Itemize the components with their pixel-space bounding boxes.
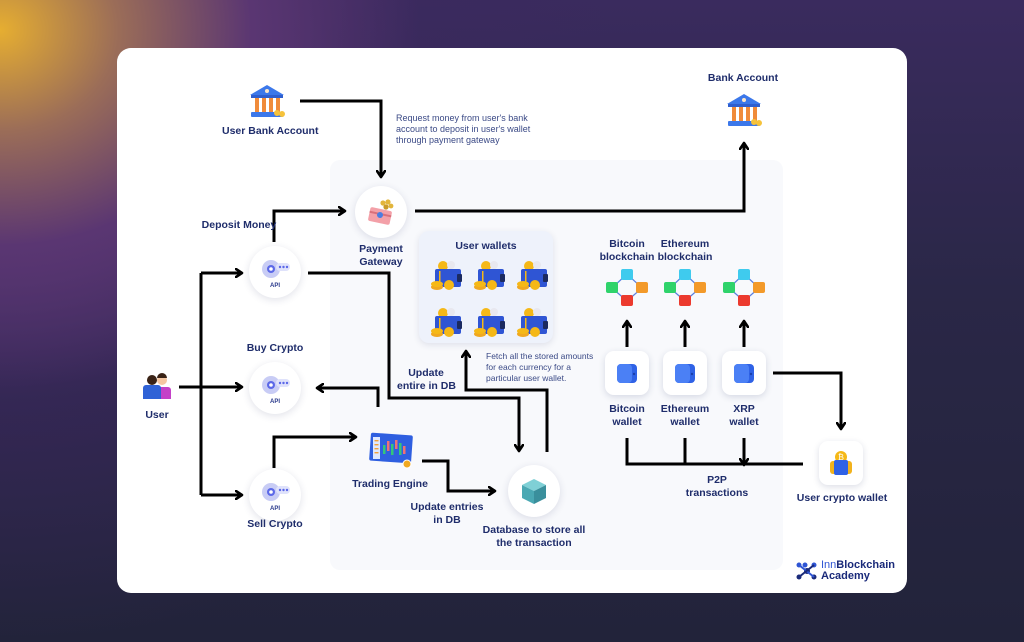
update-entire-db-note: Update entire in DB bbox=[397, 367, 456, 393]
payment-gateway-label: Payment Gateway bbox=[350, 243, 412, 269]
bitcoin-blockchain-line-2: blockchain bbox=[599, 251, 655, 263]
database-circle bbox=[508, 465, 560, 517]
fetch-line-1: Fetch all the stored amounts bbox=[486, 351, 594, 361]
fetch-amounts-note: Fetch all the stored amounts for each cu… bbox=[486, 351, 593, 384]
user-wallets-box: User wallets bbox=[419, 231, 553, 343]
xrp-wallet-node bbox=[722, 351, 766, 395]
payment-gateway-label-line-2: Gateway bbox=[359, 256, 403, 268]
request-money-note: Request money from user's bank account t… bbox=[396, 113, 530, 146]
user-label: User bbox=[145, 409, 169, 421]
bitcoin-wallet-line-1: Bitcoin bbox=[609, 403, 645, 415]
request-money-line-1: Request money from user's bank bbox=[396, 113, 528, 123]
bitcoin-blockchain-line-1: Bitcoin bbox=[609, 238, 645, 250]
ethereum-wallet-line-1: Ethereum bbox=[660, 403, 710, 415]
wallet-icon bbox=[734, 364, 754, 383]
sell-crypto-label: Sell Crypto bbox=[247, 518, 303, 530]
payment-gateway-circle bbox=[355, 186, 407, 238]
user-wallet-icon bbox=[515, 259, 553, 298]
fetch-line-2: for each currency for a bbox=[486, 362, 572, 372]
database-label: Database to store all the transaction bbox=[478, 524, 590, 550]
blockchain-network-icon bbox=[662, 268, 708, 315]
blockchain-network-icon bbox=[604, 268, 650, 315]
database-label-line-2: the transaction bbox=[496, 537, 572, 549]
arrow-engine-to-db bbox=[422, 459, 494, 491]
database-cube-icon bbox=[522, 479, 546, 504]
innblockchain-logo: InnBlockchain Academy bbox=[796, 560, 895, 582]
logo-mark-icon bbox=[796, 562, 817, 580]
wallet-icon bbox=[617, 364, 637, 383]
update-entire-line-1: Update bbox=[408, 367, 444, 379]
user-bank-account-label: User Bank Account bbox=[222, 125, 319, 137]
xrp-wallet-line-2: wallet bbox=[729, 416, 759, 428]
svg-text:API: API bbox=[270, 283, 280, 289]
xrp-wallet-label: XRP wallet bbox=[714, 403, 774, 429]
user-wallet-icon bbox=[429, 259, 467, 298]
bank-icon bbox=[727, 94, 762, 126]
user-wallet-icon bbox=[429, 306, 467, 345]
api-gear-icon: API bbox=[262, 260, 290, 289]
user-crypto-wallet-label: User crypto wallet bbox=[796, 492, 888, 504]
deposit-api-node: API bbox=[249, 246, 301, 298]
trading-engine-label: Trading Engine bbox=[352, 478, 428, 490]
wallet-icon bbox=[675, 364, 695, 383]
ethereum-wallet-node bbox=[663, 351, 707, 395]
users-icon bbox=[143, 373, 171, 399]
p2p-line-1: P2P bbox=[707, 474, 727, 486]
payment-gateway-label-line-1: Payment bbox=[359, 243, 403, 255]
user-wallet-icon bbox=[515, 306, 553, 345]
bitcoin-wallet-label: Bitcoin wallet bbox=[597, 403, 657, 429]
bank-account-label: Bank Account bbox=[707, 72, 779, 84]
user-wallet-icon bbox=[472, 306, 510, 345]
api-gear-icon: API bbox=[262, 376, 290, 405]
arrow-xrp-to-user-wallet bbox=[773, 371, 841, 428]
update-entries-line-2: in DB bbox=[433, 514, 461, 526]
update-entries-line-1: Update entries bbox=[410, 501, 484, 513]
api-gear-icon: API bbox=[262, 483, 290, 512]
bitcoin-wallet-line-2: wallet bbox=[612, 416, 642, 428]
sell-crypto-api-node: API bbox=[249, 469, 301, 521]
svg-text:API: API bbox=[270, 399, 280, 405]
xrp-wallet-line-1: XRP bbox=[733, 403, 755, 415]
payment-card-icon bbox=[368, 199, 394, 225]
user-wallets-grid bbox=[429, 259, 553, 345]
blockchain-network-icon bbox=[721, 268, 767, 315]
svg-text:API: API bbox=[270, 506, 280, 512]
arrow-engine-to-buy bbox=[318, 388, 380, 407]
bank-icon bbox=[250, 85, 285, 117]
ethereum-blockchain-label: Ethereum blockchain bbox=[655, 238, 715, 264]
arrow-p2p bbox=[625, 438, 803, 464]
request-money-line-3: through payment gateway bbox=[396, 135, 500, 145]
user-crypto-wallet-node: ₿ bbox=[819, 441, 863, 485]
user-wallets-title: User wallets bbox=[455, 240, 517, 252]
ethereum-blockchain-line-1: Ethereum bbox=[660, 238, 710, 250]
deposit-money-label: Deposit Money bbox=[201, 219, 277, 231]
buy-crypto-label: Buy Crypto bbox=[246, 342, 304, 354]
fetch-line-3: particular user wallet. bbox=[486, 373, 567, 383]
buy-crypto-api-node: API bbox=[249, 362, 301, 414]
database-label-line-1: Database to store all bbox=[482, 524, 586, 536]
ethereum-wallet-line-2: wallet bbox=[670, 416, 700, 428]
update-entire-line-2: entire in DB bbox=[397, 380, 456, 392]
arrow-bank-to-gateway bbox=[300, 99, 381, 176]
ethereum-blockchain-line-2: blockchain bbox=[657, 251, 713, 263]
update-entries-db-note: Update entries in DB bbox=[410, 501, 484, 527]
logo-academy: Academy bbox=[821, 570, 870, 582]
bitcoin-wallet-node bbox=[605, 351, 649, 395]
user-wallet-icon bbox=[472, 259, 510, 298]
arrow-gateway-to-bank bbox=[415, 144, 744, 213]
crypto-wallet-icon: ₿ bbox=[830, 451, 852, 475]
p2p-line-2: transactions bbox=[685, 487, 749, 499]
trading-chart-icon bbox=[369, 432, 413, 469]
request-money-line-2: account to deposit in user's wallet bbox=[396, 124, 531, 134]
arrow-sell-to-engine bbox=[272, 437, 355, 468]
ethereum-wallet-label: Ethereum wallet bbox=[655, 403, 715, 429]
p2p-transactions-label: P2P transactions bbox=[680, 474, 754, 500]
bitcoin-blockchain-label: Bitcoin blockchain bbox=[597, 238, 657, 264]
